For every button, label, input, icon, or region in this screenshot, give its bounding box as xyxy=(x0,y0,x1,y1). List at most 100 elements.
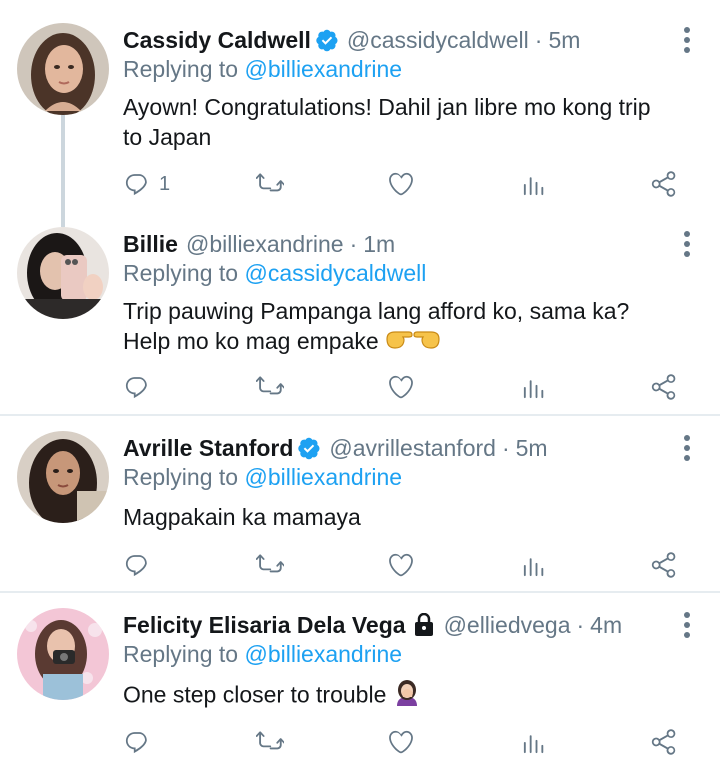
retweet-icon xyxy=(256,728,284,756)
handle[interactable]: @avrillestanford xyxy=(329,435,496,462)
avatar[interactable] xyxy=(17,23,109,115)
tweet-header: Felicity Elisaria Dela Vega @elliedvega … xyxy=(123,608,622,642)
tweet-text: Ayown! Congratulations! Dahil jan libre … xyxy=(123,92,703,152)
separator-dot: · xyxy=(576,611,585,638)
tweet-1[interactable]: Cassidy Caldwell @cassidycaldwell · 5m R… xyxy=(0,0,720,227)
tweet-text: One step closer to trouble xyxy=(123,679,703,714)
tweet-text-line-wrap: One step closer to trouble xyxy=(123,679,703,714)
analytics-button[interactable] xyxy=(519,167,547,201)
reply-button[interactable] xyxy=(123,548,151,582)
reply-icon xyxy=(123,728,151,756)
display-name[interactable]: Billie xyxy=(123,231,178,258)
replying-to-label: Replying to xyxy=(123,56,239,82)
tweet-actions xyxy=(123,548,683,582)
pointing-hands-emoji xyxy=(385,326,441,359)
share-icon xyxy=(650,373,678,401)
reply-icon xyxy=(123,170,151,198)
more-vertical-icon[interactable] xyxy=(680,434,694,462)
tweet-text: Trip pauwing Pampanga lang afford ko, sa… xyxy=(123,296,703,359)
reply-button[interactable] xyxy=(123,725,151,759)
share-icon xyxy=(650,728,678,756)
retweet-icon xyxy=(256,551,284,579)
display-name[interactable]: Avrille Stanford xyxy=(123,435,293,462)
like-button[interactable] xyxy=(387,167,415,201)
retweet-button[interactable] xyxy=(256,548,284,582)
mention-link[interactable]: @billiexandrine xyxy=(244,641,402,667)
reply-icon xyxy=(123,551,151,579)
like-button[interactable] xyxy=(387,725,415,759)
tweet-actions: 1 xyxy=(123,167,683,201)
separator-dot: · xyxy=(501,434,510,461)
tweet-actions xyxy=(123,370,683,404)
tweet-text-line: Trip pauwing Pampanga lang afford ko, sa… xyxy=(123,298,630,324)
like-button[interactable] xyxy=(387,548,415,582)
replying-to: Replying to @billiexandrine xyxy=(123,641,402,668)
verified-badge-icon xyxy=(315,28,339,52)
share-button[interactable] xyxy=(650,167,678,201)
tweet-text-line: One step closer to trouble xyxy=(123,681,387,708)
heart-icon xyxy=(387,373,415,401)
verified-badge-icon xyxy=(297,436,321,460)
share-button[interactable] xyxy=(650,725,678,759)
share-button[interactable] xyxy=(650,370,678,404)
handle[interactable]: @cassidycaldwell xyxy=(347,27,529,54)
heart-icon xyxy=(387,728,415,756)
timestamp[interactable]: 5m xyxy=(548,27,580,54)
display-name[interactable]: Cassidy Caldwell xyxy=(123,27,311,54)
tweet-text: Magpakain ka mamaya xyxy=(123,502,703,532)
more-vertical-icon[interactable] xyxy=(680,26,694,54)
woman-facepalm-emoji xyxy=(393,679,421,714)
tweet-text-line: Magpakain ka mamaya xyxy=(123,504,361,530)
analytics-button[interactable] xyxy=(519,725,547,759)
handle[interactable]: @billiexandrine xyxy=(186,231,344,258)
tweet-actions xyxy=(123,725,683,759)
lock-icon xyxy=(414,613,433,636)
replying-to: Replying to @billiexandrine xyxy=(123,464,402,491)
replying-to-label: Replying to xyxy=(123,641,239,667)
analytics-icon xyxy=(519,170,547,198)
tweet-text-line-2: Help mo ko mag empake xyxy=(123,326,703,359)
analytics-button[interactable] xyxy=(519,370,547,404)
more-vertical-icon[interactable] xyxy=(680,230,694,258)
analytics-icon xyxy=(519,728,547,756)
mention-link[interactable]: @billiexandrine xyxy=(244,464,402,490)
avatar[interactable] xyxy=(17,608,109,700)
tweet-text-line: Ayown! Congratulations! Dahil jan libre … xyxy=(123,94,651,120)
share-icon xyxy=(650,551,678,579)
share-icon xyxy=(650,170,678,198)
display-name[interactable]: Felicity Elisaria Dela Vega xyxy=(123,612,406,639)
tweet-2[interactable]: Billie @billiexandrine · 1m Replying to … xyxy=(0,210,720,415)
heart-icon xyxy=(387,170,415,198)
heart-icon xyxy=(387,551,415,579)
replying-to: Replying to @billiexandrine xyxy=(123,56,402,83)
reply-count: 1 xyxy=(159,172,171,195)
retweet-button[interactable] xyxy=(256,370,284,404)
replying-to: Replying to @cassidycaldwell xyxy=(123,260,426,287)
mention-link[interactable]: @cassidycaldwell xyxy=(244,260,426,286)
reply-icon xyxy=(123,373,151,401)
reply-button[interactable]: 1 xyxy=(123,167,170,201)
timestamp[interactable]: 4m xyxy=(590,612,622,639)
reply-button[interactable] xyxy=(123,370,151,404)
tweet-text-line: Help mo ko mag empake xyxy=(123,328,379,354)
retweet-icon xyxy=(256,170,284,198)
separator-dot: · xyxy=(534,26,543,53)
share-button[interactable] xyxy=(650,548,678,582)
tweet-3[interactable]: Avrille Stanford @avrillestanford · 5m R… xyxy=(0,416,720,591)
tweet-4[interactable]: Felicity Elisaria Dela Vega @elliedvega … xyxy=(0,593,720,767)
analytics-button[interactable] xyxy=(519,548,547,582)
avatar[interactable] xyxy=(17,227,109,319)
tweet-header: Cassidy Caldwell @cassidycaldwell · 5m xyxy=(123,23,580,57)
mention-link[interactable]: @billiexandrine xyxy=(244,56,402,82)
more-vertical-icon[interactable] xyxy=(680,611,694,639)
retweet-icon xyxy=(256,373,284,401)
retweet-button[interactable] xyxy=(256,725,284,759)
analytics-icon xyxy=(519,373,547,401)
timestamp[interactable]: 5m xyxy=(516,435,548,462)
handle[interactable]: @elliedvega xyxy=(444,612,571,639)
timestamp[interactable]: 1m xyxy=(363,231,395,258)
like-button[interactable] xyxy=(387,370,415,404)
retweet-button[interactable] xyxy=(256,167,284,201)
avatar[interactable] xyxy=(17,431,109,523)
separator-dot: · xyxy=(349,230,358,257)
